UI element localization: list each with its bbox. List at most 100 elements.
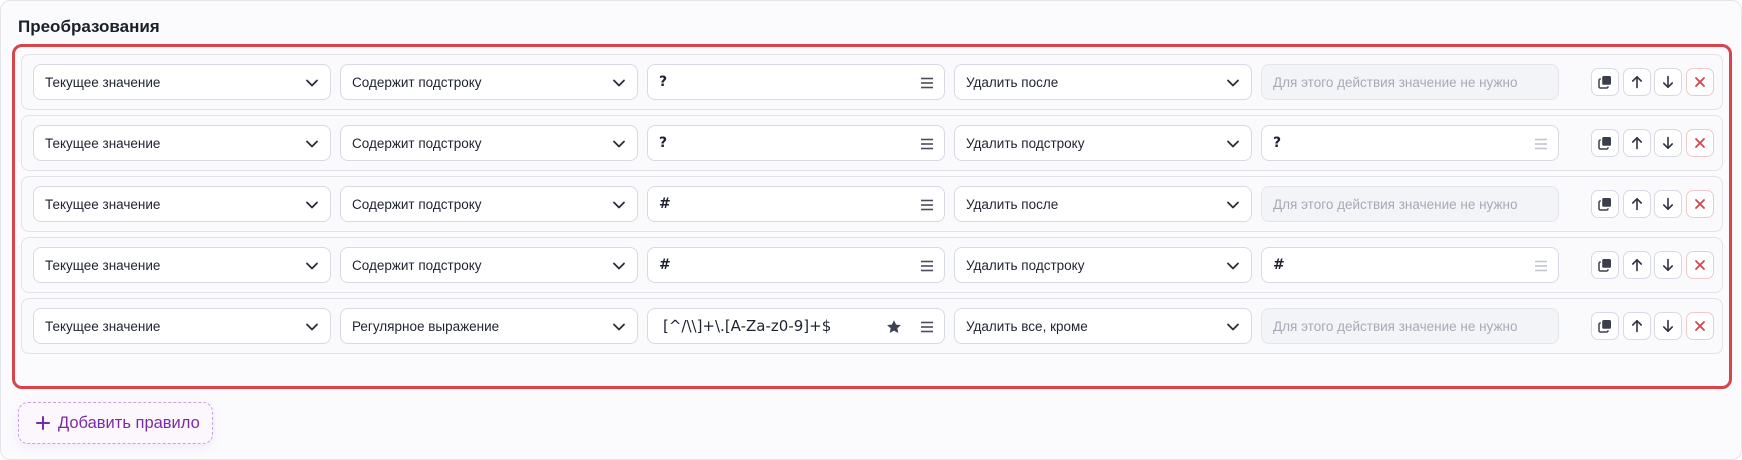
move-down-button[interactable] xyxy=(1654,251,1682,279)
star-icon[interactable] xyxy=(886,319,902,335)
rule-row: Текущее значение Содержит подстроку? Удали… xyxy=(21,54,1723,110)
condition-select-value: Регулярное выражение xyxy=(352,318,500,334)
chevron-down-icon xyxy=(1227,79,1239,87)
close-icon xyxy=(1695,260,1705,270)
delete-rule-button[interactable] xyxy=(1686,251,1714,279)
value-input: Для этого действия значение не нужно xyxy=(1261,64,1559,100)
chevron-down-icon xyxy=(306,140,318,148)
action-select-value: Удалить после xyxy=(966,196,1059,212)
action-select[interactable]: Удалить все, кроме xyxy=(954,308,1252,344)
chevron-down-icon xyxy=(306,262,318,270)
pattern-text: # xyxy=(659,196,671,212)
delete-rule-button[interactable] xyxy=(1686,129,1714,157)
move-up-button[interactable] xyxy=(1623,312,1651,340)
condition-select[interactable]: Содержит подстроку xyxy=(340,125,638,161)
copy-rule-button[interactable] xyxy=(1591,190,1619,218)
value-placeholder: Для этого действия значение не нужно xyxy=(1273,74,1518,90)
pattern-input[interactable]: ? xyxy=(647,64,945,100)
copy-icon xyxy=(1598,76,1611,89)
condition-select[interactable]: Регулярное выражение xyxy=(340,308,638,344)
copy-rule-button[interactable] xyxy=(1591,312,1619,340)
menu-icon[interactable] xyxy=(920,76,934,90)
rule-row: Текущее значение Содержит подстроку? Удали… xyxy=(21,115,1723,171)
close-icon xyxy=(1695,138,1705,148)
add-rule-label: Добавить правило xyxy=(58,413,200,432)
delete-rule-button[interactable] xyxy=(1686,68,1714,96)
pattern-input[interactable]: # xyxy=(647,186,945,222)
value-placeholder: Для этого действия значение не нужно xyxy=(1273,318,1518,334)
arrow-down-icon xyxy=(1662,319,1673,332)
value-input: Для этого действия значение не нужно xyxy=(1261,186,1559,222)
action-select[interactable]: Удалить после xyxy=(954,64,1252,100)
chevron-down-icon xyxy=(306,201,318,209)
pattern-input[interactable]: ? xyxy=(647,125,945,161)
move-up-button[interactable] xyxy=(1623,68,1651,96)
move-down-button[interactable] xyxy=(1654,190,1682,218)
copy-icon xyxy=(1598,259,1611,272)
action-select[interactable]: Удалить подстроку xyxy=(954,125,1252,161)
arrow-up-icon xyxy=(1631,136,1642,150)
rule-row: Текущее значение Содержит подстроку # Удали… xyxy=(21,237,1723,293)
condition-select[interactable]: Содержит подстроку xyxy=(340,247,638,283)
move-down-button[interactable] xyxy=(1654,312,1682,340)
condition-select[interactable]: Содержит подстроку xyxy=(340,186,638,222)
move-up-button[interactable] xyxy=(1623,190,1651,218)
action-select-value: Удалить подстроку xyxy=(966,257,1085,273)
field-select[interactable]: Текущее значение xyxy=(33,186,331,222)
arrow-up-icon xyxy=(1631,197,1642,211)
menu-icon xyxy=(1535,138,1547,150)
move-up-button[interactable] xyxy=(1623,129,1651,157)
field-select[interactable]: Текущее значение xyxy=(33,125,331,161)
field-select[interactable]: Текущее значение xyxy=(33,64,331,100)
chevron-down-icon xyxy=(306,323,318,331)
copy-rule-button[interactable] xyxy=(1591,68,1619,96)
pattern-input[interactable]: [^/\\]+\.[A-Za-z0-9]+$ xyxy=(647,308,945,344)
field-select-value: Текущее значение xyxy=(45,318,161,334)
value-input[interactable]: # xyxy=(1261,247,1559,283)
plus-icon xyxy=(36,416,50,430)
copy-icon xyxy=(1598,198,1611,211)
chevron-down-icon xyxy=(306,79,318,87)
move-up-button[interactable] xyxy=(1623,251,1651,279)
copy-icon xyxy=(1598,137,1611,150)
condition-select[interactable]: Содержит подстроку xyxy=(340,64,638,100)
menu-icon[interactable] xyxy=(920,259,934,273)
chevron-down-icon xyxy=(1227,201,1239,209)
value-placeholder: Для этого действия значение не нужно xyxy=(1273,196,1518,212)
menu-icon[interactable] xyxy=(920,320,934,334)
chevron-down-icon xyxy=(613,201,625,209)
delete-rule-button[interactable] xyxy=(1686,312,1714,340)
close-icon xyxy=(1695,199,1705,209)
rule-row: Текущее значение Регулярное выражение [^/\… xyxy=(21,298,1723,354)
rules-list: Текущее значение Содержит подстроку? Удали… xyxy=(12,44,1732,389)
action-select[interactable]: Удалить подстроку xyxy=(954,247,1252,283)
chevron-down-icon xyxy=(1227,262,1239,270)
rule-row: Текущее значение Содержит подстроку # Удали… xyxy=(21,176,1723,232)
value-input[interactable]: ? xyxy=(1261,125,1559,161)
condition-select-value: Содержит подстроку xyxy=(352,257,482,273)
delete-rule-button[interactable] xyxy=(1686,190,1714,218)
copy-rule-button[interactable] xyxy=(1591,251,1619,279)
chevron-down-icon xyxy=(613,323,625,331)
move-down-button[interactable] xyxy=(1654,68,1682,96)
field-select[interactable]: Текущее значение xyxy=(33,247,331,283)
section-title: Преобразования xyxy=(18,17,160,36)
condition-select-value: Содержит подстроку xyxy=(352,74,482,90)
field-select-value: Текущее значение xyxy=(45,196,161,212)
menu-icon[interactable] xyxy=(920,198,934,212)
field-select-value: Текущее значение xyxy=(45,74,161,90)
pattern-input[interactable]: # xyxy=(647,247,945,283)
action-select[interactable]: Удалить после xyxy=(954,186,1252,222)
action-select-value: Удалить после xyxy=(966,74,1059,90)
move-down-button[interactable] xyxy=(1654,129,1682,157)
transformations-panel: Преобразования Текущее значение Содержит … xyxy=(0,0,1742,460)
field-select-value: Текущее значение xyxy=(45,257,161,273)
copy-rule-button[interactable] xyxy=(1591,129,1619,157)
menu-icon xyxy=(1535,260,1547,272)
copy-icon xyxy=(1598,320,1611,333)
action-select-value: Удалить все, кроме xyxy=(966,318,1088,334)
field-select[interactable]: Текущее значение xyxy=(33,308,331,344)
menu-icon[interactable] xyxy=(920,137,934,151)
pattern-text: # xyxy=(659,257,671,273)
add-rule-button[interactable]: Добавить правило xyxy=(18,402,213,444)
